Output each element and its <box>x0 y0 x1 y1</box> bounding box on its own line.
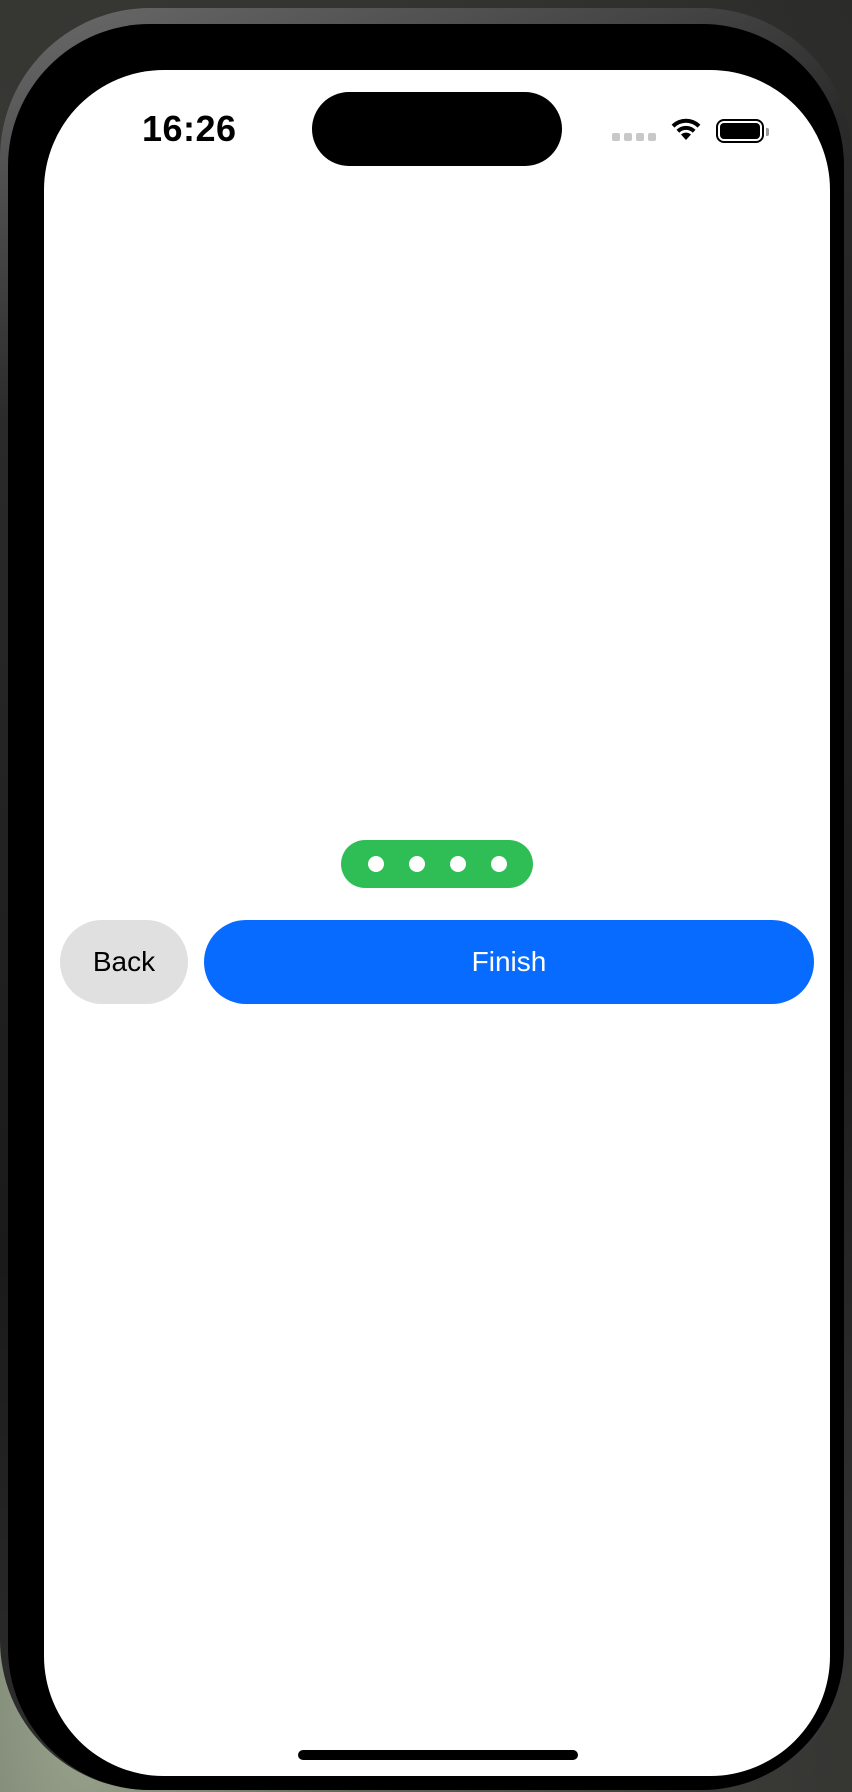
page-dot <box>490 856 507 872</box>
phone-frame: 16:26 Back Finish <box>0 8 852 1790</box>
home-indicator[interactable] <box>298 1750 578 1760</box>
status-bar-time: 16:26 <box>142 108 237 149</box>
battery-icon <box>716 118 769 143</box>
battery-level-fill <box>720 122 760 139</box>
cellular-signal-icon <box>612 132 656 141</box>
finish-button[interactable]: Finish <box>204 920 814 1004</box>
page-dot <box>367 856 384 872</box>
phone-screen: 16:26 Back Finish <box>44 70 830 1776</box>
battery-tip <box>766 127 769 136</box>
phone-bezel: 16:26 Back Finish <box>8 24 844 1790</box>
page-indicator <box>341 840 533 888</box>
wifi-icon <box>668 114 704 147</box>
page-dot <box>449 856 466 872</box>
dynamic-island <box>312 92 562 166</box>
status-bar-icons <box>612 114 769 147</box>
back-button[interactable]: Back <box>60 920 188 1004</box>
page-dot <box>408 856 425 872</box>
